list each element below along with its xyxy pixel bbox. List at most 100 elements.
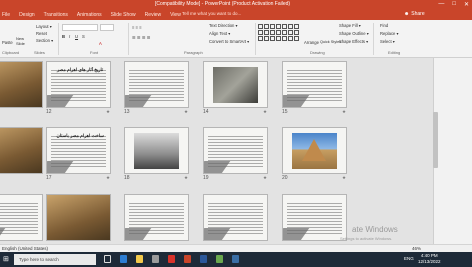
activation-watermark: ate Windows [352, 225, 398, 234]
select-button[interactable]: Select ▾ [380, 39, 395, 44]
shape-fill-button[interactable]: Shape Fill ▾ [339, 23, 361, 28]
powerpoint-window: [Compatibility Mode] - PowerPoint (Produ… [0, 0, 472, 267]
shape-effects-button[interactable]: Shape Effects ▾ [339, 39, 368, 44]
font-color-icon[interactable]: A [99, 41, 102, 46]
shadow-icon[interactable]: S [82, 34, 85, 39]
separator [255, 23, 256, 55]
input-language[interactable]: ENG [404, 256, 414, 261]
tab-transitions[interactable]: Transitions [44, 12, 68, 18]
tab-design[interactable]: Design [19, 12, 35, 18]
shape-outline-button[interactable]: Shape Outline ▾ [339, 31, 369, 36]
slide-number: 20 [282, 175, 288, 181]
title-bar: [Compatibility Mode] - PowerPoint (Produ… [0, 0, 472, 20]
slide-thumbnail[interactable] [0, 127, 43, 174]
windows-start-icon[interactable]: ⊞ [3, 255, 9, 263]
taskbar-search[interactable]: Type here to search [14, 254, 96, 265]
zoom-level[interactable]: 46% [412, 246, 421, 251]
app-icon[interactable] [168, 255, 175, 263]
slide-thumbnail[interactable] [124, 194, 189, 241]
app-icon[interactable] [216, 255, 223, 263]
slide-thumbnail[interactable] [0, 194, 43, 241]
quick-styles-button[interactable]: Quick Styles [320, 40, 341, 44]
bold-icon[interactable]: B [62, 34, 65, 39]
slide-thumbnail[interactable] [282, 61, 347, 108]
clock[interactable]: 4:40 PM 12/13/2022 [418, 253, 441, 265]
tab-review[interactable]: Review [145, 12, 161, 18]
bullets-icon[interactable]: ≡ ≡ ≡ [132, 25, 142, 30]
slide-thumbnail[interactable] [0, 61, 43, 108]
slide-picture [0, 62, 42, 107]
separator [58, 23, 59, 55]
slide-number: 14 [203, 109, 209, 115]
slide-thumbnail[interactable] [282, 194, 347, 241]
slide-title: چگونگی ساخت اهرام مصر باستان [56, 132, 104, 138]
tell-me-box[interactable]: Tell me what you want to do... [182, 11, 241, 16]
slide-thumbnail[interactable] [203, 127, 268, 174]
ribbon: Paste New Slide Layout ▾ Reset Section ▾… [0, 20, 472, 58]
slide-thumbnail[interactable] [124, 127, 189, 174]
transition-star-icon: ★ [184, 175, 189, 180]
slide-thumbnail[interactable]: چگونگی ساخت اهرام مصر باستان [46, 127, 111, 174]
transition-star-icon: ★ [263, 109, 268, 114]
align-icons[interactable]: ☰ ☰ ☰ ☰ [132, 35, 151, 40]
slide-thumbnail[interactable] [282, 127, 347, 174]
font-size-box[interactable] [100, 24, 114, 31]
share-button[interactable]: ☻ Share [404, 9, 434, 19]
arrange-button[interactable]: Arrange [304, 40, 319, 45]
minimize-button[interactable]: — [438, 1, 444, 8]
language-indicator[interactable]: English (United States) [2, 246, 48, 251]
layout-button[interactable]: Layout ▾ [36, 24, 52, 29]
paste-button[interactable]: Paste [2, 40, 13, 45]
tab-file[interactable]: File [2, 12, 10, 18]
window-controls: — □ ✕ [438, 1, 469, 8]
transition-star-icon: ★ [263, 175, 268, 180]
edge-icon[interactable] [120, 255, 127, 263]
transition-star-icon: ★ [184, 109, 189, 114]
underline-icon[interactable]: U [75, 34, 78, 39]
new-slide-button[interactable]: New Slide [16, 36, 30, 46]
transition-star-icon: ★ [342, 175, 347, 180]
section-button[interactable]: Section ▾ [36, 38, 53, 43]
replace-button[interactable]: Replace ▾ [380, 31, 399, 36]
person-icon: ☻ [404, 11, 410, 17]
tab-slide-show[interactable]: Slide Show [111, 12, 136, 18]
convert-smartart-button[interactable]: Convert to SmartArt ▾ [209, 39, 249, 44]
slide-title: تاریخ آثار های اهرام مصر [56, 66, 104, 72]
font-name-box[interactable] [62, 24, 98, 31]
slide-thumbnail[interactable] [203, 194, 268, 241]
scrollbar-thumb[interactable] [433, 112, 438, 168]
slide-picture [133, 132, 180, 170]
italic-icon[interactable]: I [69, 34, 70, 39]
separator [373, 23, 374, 55]
store-icon[interactable] [152, 255, 159, 263]
separator [128, 23, 129, 55]
slide-number: 15 [282, 109, 288, 115]
slide-number: 12 [46, 109, 52, 115]
align-text-button[interactable]: Align Text ▾ [209, 31, 230, 36]
slide-thumbnail[interactable] [203, 61, 268, 108]
file-explorer-icon[interactable] [136, 255, 143, 263]
text-direction-button[interactable]: Text Direction ▾ [209, 23, 238, 28]
slide-picture [212, 66, 259, 104]
app-icon[interactable] [232, 255, 239, 263]
shapes-gallery[interactable] [258, 24, 299, 41]
clock-date: 12/13/2022 [418, 259, 441, 264]
find-button[interactable]: Find [380, 23, 388, 28]
word-icon[interactable] [200, 255, 207, 263]
drawing-group-label: Drawing [310, 50, 325, 55]
editing-group-label: Editing [388, 50, 401, 55]
powerpoint-icon[interactable] [184, 255, 191, 263]
share-label: Share [411, 11, 425, 17]
slide-thumbnail[interactable] [46, 194, 111, 241]
slide-picture [47, 195, 110, 240]
task-view-icon[interactable] [104, 255, 111, 263]
close-button[interactable]: ✕ [464, 1, 469, 8]
tab-animations[interactable]: Animations [77, 12, 102, 18]
vertical-scrollbar[interactable] [433, 58, 472, 244]
font-group-label: Font [90, 50, 99, 55]
slide-thumbnail[interactable] [124, 61, 189, 108]
slide-thumbnail[interactable]: تاریخ آثار های اهرام مصر [46, 61, 111, 108]
reset-button[interactable]: Reset [36, 31, 47, 36]
tab-view[interactable]: View [170, 12, 181, 18]
maximize-button[interactable]: □ [452, 1, 456, 8]
